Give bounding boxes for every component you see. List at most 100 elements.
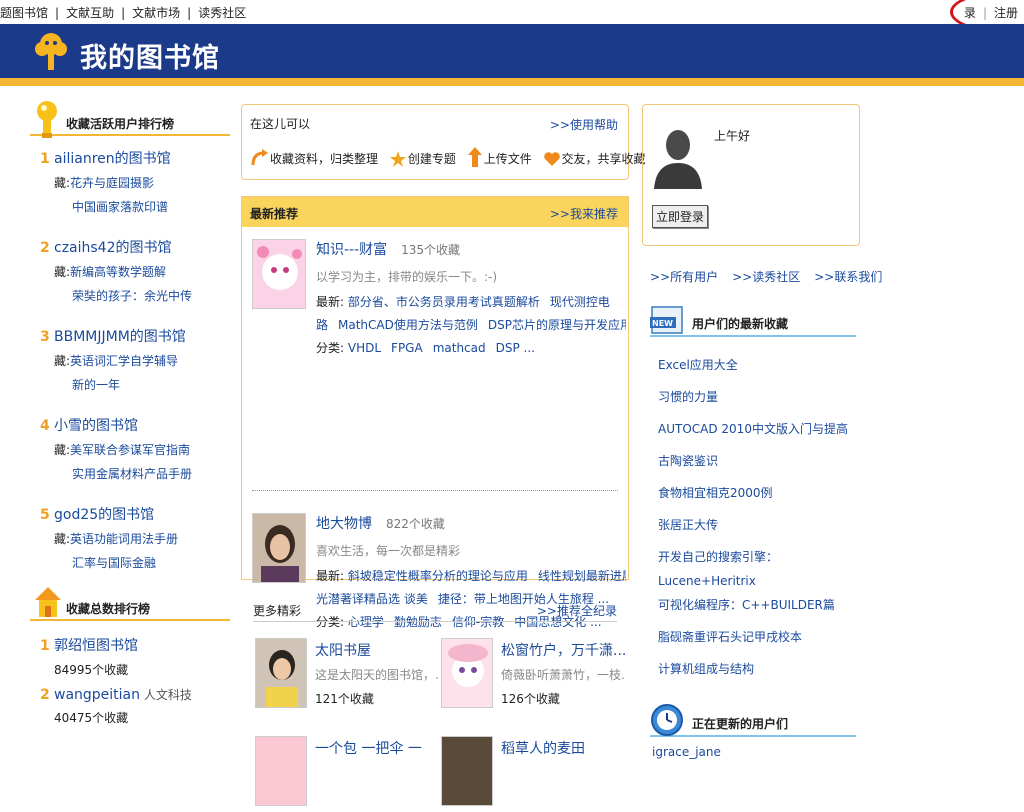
collect-item-link[interactable]: 荣奘的孩子：余光中传 [30,287,230,304]
category-link[interactable]: DSP ... [496,342,535,354]
collect-count: 121个收藏 [315,692,374,706]
action-upload[interactable]: 上传文件 [467,147,532,167]
new-collect-item[interactable]: 张居正大传 [658,509,860,541]
new-collect-item[interactable]: 习惯的力量 [658,381,860,413]
collect-item-link[interactable]: 新编高等数学题解 [70,265,166,279]
more-user-name[interactable]: 松窗竹户，万千潇... [501,640,626,660]
user-avatar[interactable] [252,513,306,583]
login-box: 上午好 立即登录 [642,104,860,246]
rank-user-name[interactable]: czaihs42的图书馆 [54,240,172,256]
new-collect-item[interactable]: Excel应用大全 [658,349,860,381]
collect-item-link[interactable]: 实用金属材料产品手册 [30,465,230,482]
help-link[interactable]: >>使用帮助 [550,116,618,133]
collect-count: 126个收藏 [501,692,560,706]
rank-user-name[interactable]: wangpeitian [54,687,140,703]
rank-user-name[interactable]: BBMMJJMM的图书馆 [54,329,186,345]
new-collect-item[interactable]: 计算机组成与结构 [658,653,860,685]
all-users-link[interactable]: >>所有用户 [650,270,718,284]
nav-separator: | [121,6,126,20]
collect-item-link[interactable]: 美军联合参谋军官指南 [70,443,190,457]
category-link[interactable]: FPGA [391,342,423,354]
collect-item-link[interactable]: 新的一年 [30,376,230,393]
more-user-desc: 这是太阳天的图书馆，... [315,668,439,682]
cartoon-avatar-image [442,639,492,707]
rank-user-name[interactable]: god25的图书馆 [54,507,154,523]
collect-item-link[interactable]: 中国画家落款印谱 [30,198,230,215]
latest-line: 最新: 部分省、市公务员录用考试真题解析 现代测控电 [316,296,626,308]
total-count: 84995个收藏 [54,663,129,677]
action-label: 上传文件 [483,152,532,166]
recommend-link[interactable]: >>我来推荐 [550,205,618,222]
more-item: 稻草人的麦田 [441,736,621,812]
center-column: 在这儿可以 >>使用帮助 收藏资料，归类整理 创建专题 上传文件 交友，共享收藏… [241,104,646,806]
house-icon [35,587,61,617]
new-collect-item[interactable]: AUTOCAD 2010中文版入门与提高 [658,413,860,445]
recommend-divider [252,490,618,491]
latest-item-link[interactable]: 现代测控电 [550,296,610,308]
user-avatar[interactable] [252,239,306,309]
community-link[interactable]: >>读秀社区 [732,270,800,284]
action-create-topic[interactable]: 创建专题 [389,150,456,167]
contact-link[interactable]: >>联系我们 [814,270,882,284]
collect-item-link[interactable]: 汇率与国际金融 [30,554,230,571]
rank-number: 2 [40,240,50,256]
action-share[interactable]: 交友，共享收藏 [543,150,646,167]
user-avatar[interactable] [441,736,493,806]
login-button[interactable]: 立即登录 [652,205,709,228]
new-collect-item[interactable]: 可视化编程序：C++BUILDER篇 [658,589,860,621]
user-avatar[interactable] [255,638,307,708]
new-collect-item[interactable]: 脂砚斋重评石头记甲戌校本 [658,621,860,653]
total-count: 40475个收藏 [54,711,129,725]
rank-user-name[interactable]: 郭绍恒图书馆 [54,638,138,654]
latest-item-link[interactable]: DSP芯片的原理与开发应用 ... [488,319,626,331]
new-collect-item[interactable]: Lucene+Heritrix [658,573,860,589]
heart-icon [543,152,560,166]
more-user-name[interactable]: 稻草人的麦田 [501,738,585,758]
intro-box: 在这儿可以 >>使用帮助 收藏资料，归类整理 创建专题 上传文件 交友，共享收藏 [241,104,646,180]
more-user-name[interactable]: 太阳书屋 [315,640,371,660]
latest-item-link[interactable]: 线性规划最新进展 [538,570,626,582]
rank-user-name[interactable]: ailianren的图书馆 [54,151,171,167]
cartoon-avatar-image [256,737,306,805]
new-collect-item[interactable]: 食物相宜相克2000例 [658,477,860,509]
rank-user-item: 藏:美军联合参谋军官指南 [30,441,230,458]
new-collect-item[interactable]: 古陶瓷鉴识 [658,445,860,477]
category-link[interactable]: VHDL [348,342,381,354]
rank-number: 2 [40,687,50,703]
latest-item-link[interactable]: 斜坡稳定性概率分析的理论与应用 [348,570,528,582]
nav-link-community[interactable]: 读秀社区 [198,6,246,20]
curved-arrow-icon [251,149,268,166]
collect-item-link[interactable]: 英语词汇学自学辅导 [70,354,178,368]
new-collect-item[interactable]: 开发自己的搜索引擎： [658,541,860,573]
rank-user: 4 小雪的图书馆 藏:美军联合参谋军官指南 实用金属材料产品手册 [30,415,230,482]
total-rank-title: 收藏总数排行榜 [66,602,151,616]
action-collect[interactable]: 收藏资料，归类整理 [250,149,378,167]
category-link[interactable]: mathcad [433,342,486,354]
rank-user-name[interactable]: 小雪的图书馆 [54,418,138,434]
photo-avatar-image [253,514,305,582]
collect-item-link[interactable]: 英语功能词用法手册 [70,532,178,546]
collect-item-link[interactable]: 花卉与庭园摄影 [70,176,154,190]
latest-item-link[interactable]: MathCAD使用方法与范例 [338,319,478,331]
rank-user: 1 ailianren的图书馆 藏:花卉与庭园摄影 中国画家落款印谱 [30,148,230,215]
user-avatar[interactable] [255,736,307,806]
rank-number: 5 [40,507,50,523]
latest-item-link[interactable]: 路 [316,319,328,331]
register-link[interactable]: 注册 [994,6,1018,20]
action-label: 收藏资料，归类整理 [270,152,379,166]
user-avatar[interactable] [441,638,493,708]
top-nav: 题图书馆 | 文献互助 | 文献市场 | 读秀社区 录 | 注册 [0,0,1024,24]
rank-number: 1 [40,638,50,654]
nav-separator: | [55,6,60,20]
recommend-user-name[interactable]: 知识---财富 [316,242,387,258]
more-user-name[interactable]: 一个包 一把伞 一 [315,738,422,758]
nav-link-library[interactable]: 题图书馆 [0,6,48,20]
recommend-user-name[interactable]: 地大物博 [316,516,372,532]
login-link[interactable]: 录 [964,6,976,20]
nav-link-market[interactable]: 文献市场 [132,6,180,20]
nav-link-mutual-aid[interactable]: 文献互助 [66,6,114,20]
latest-item-link[interactable]: 部分省、市公务员录用考试真题解析 [348,296,540,308]
updating-user-link[interactable]: igrace_jane [642,745,860,759]
rank-user-tag: 人文科技 [143,688,192,702]
more-link[interactable]: >>推荐全纪录 [537,602,617,619]
